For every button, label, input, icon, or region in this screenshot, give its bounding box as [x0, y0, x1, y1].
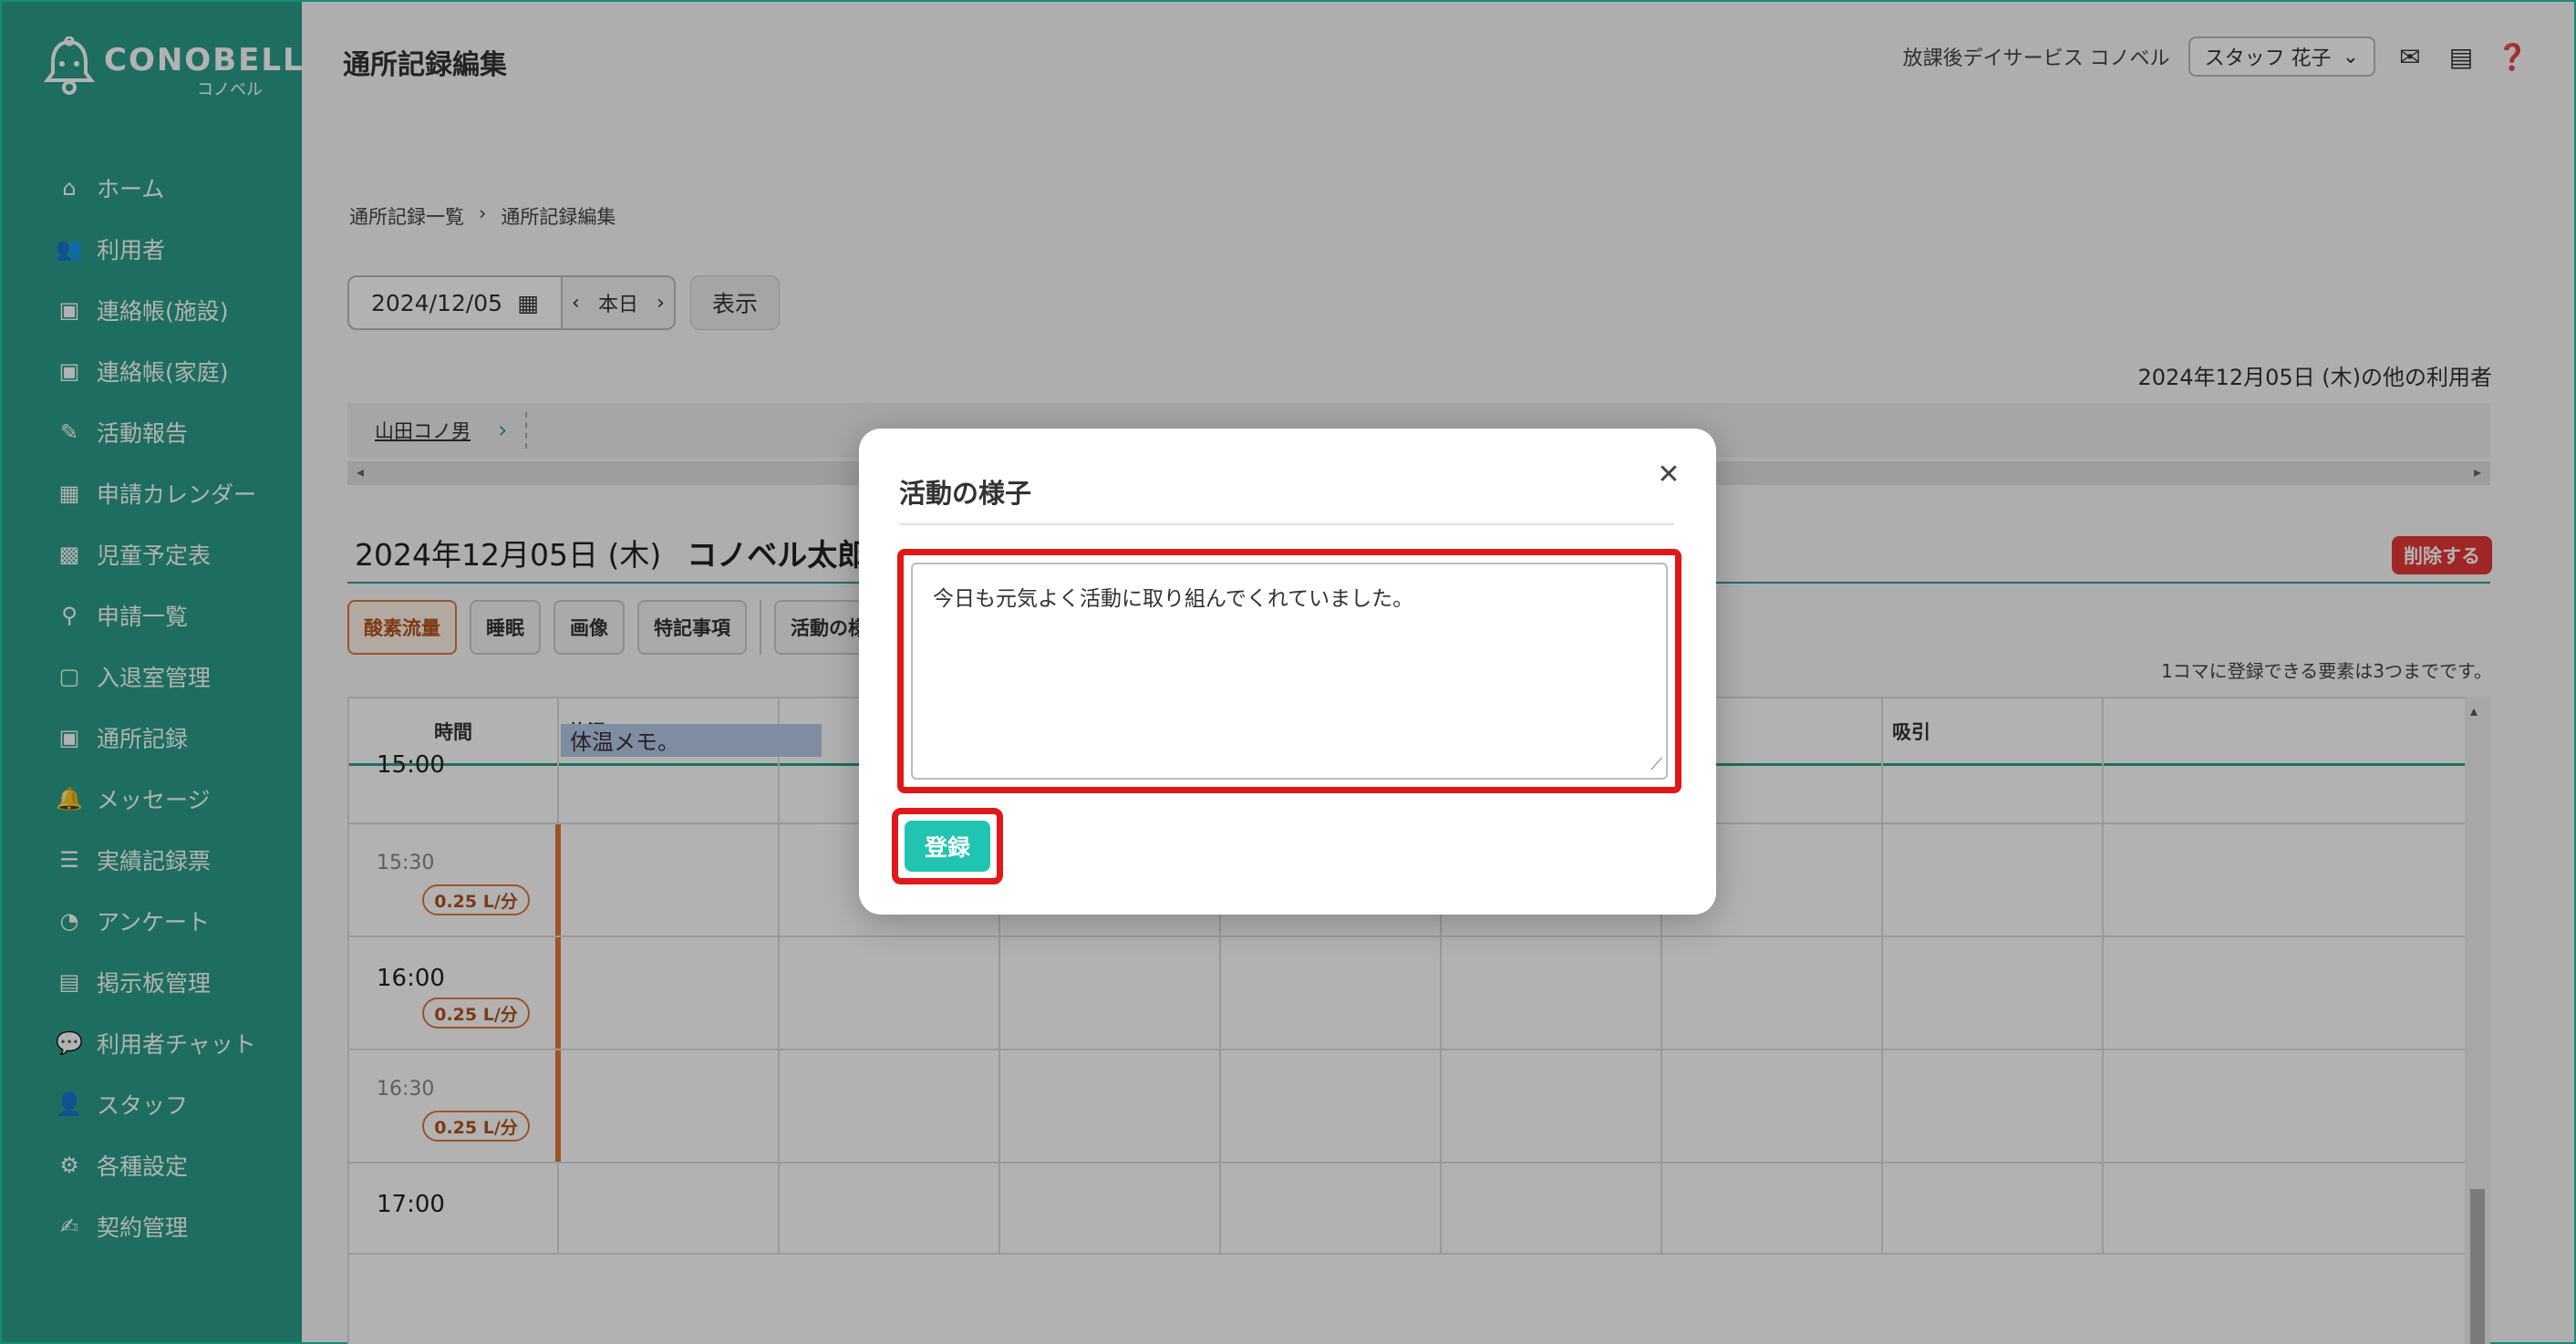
- modal-title: 活動の様子: [899, 478, 1032, 509]
- highlight-box: 今日も元気よく活動に取り組んでくれていました。 ⟋: [897, 549, 1681, 793]
- resize-grip-icon[interactable]: ⟋: [1650, 755, 1662, 774]
- activity-modal: 活動の様子 ✕ 今日も元気よく活動に取り組んでくれていました。 ⟋ 登録: [859, 429, 1716, 915]
- highlight-box: 登録: [892, 808, 1003, 884]
- close-icon[interactable]: ✕: [1649, 454, 1689, 494]
- submit-button[interactable]: 登録: [905, 821, 990, 872]
- divider: [899, 523, 1674, 525]
- activity-textarea[interactable]: 今日も元気よく活動に取り組んでくれていました。: [911, 563, 1668, 780]
